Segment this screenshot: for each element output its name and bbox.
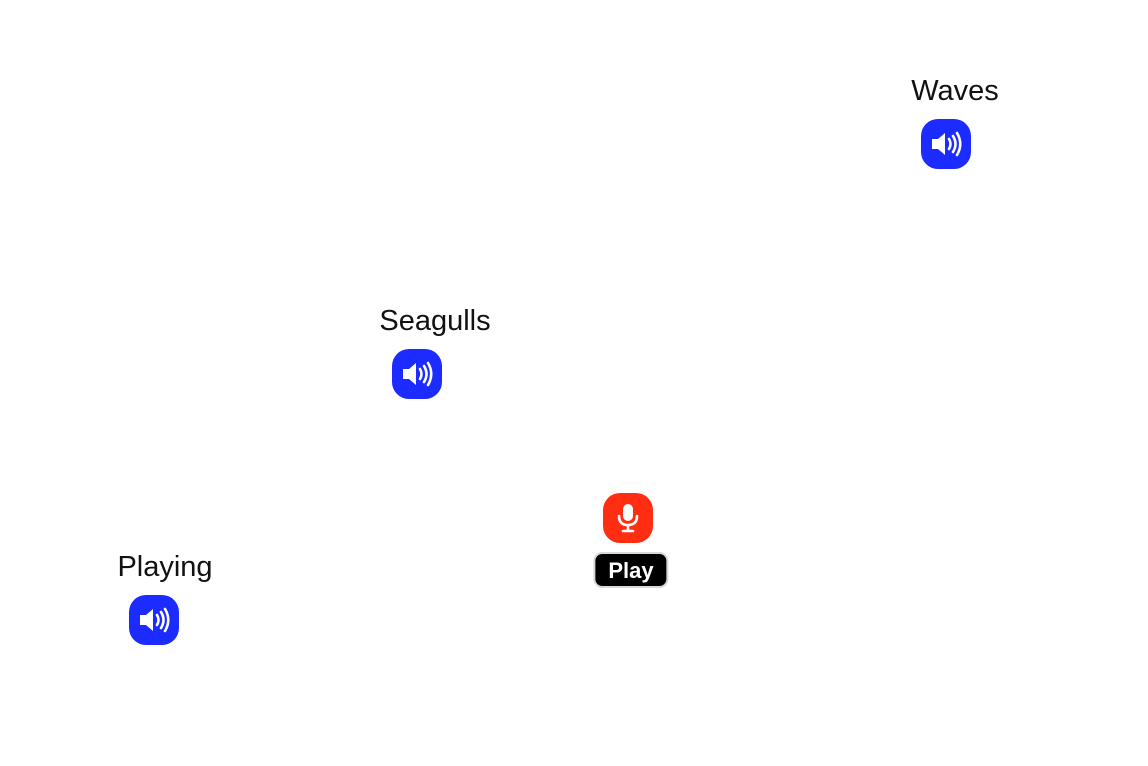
speaker-icon	[140, 607, 170, 633]
listener-microphone-button[interactable]	[603, 493, 653, 543]
sound-label-playing: Playing	[117, 551, 213, 583]
sound-label-seagulls: Seagulls	[379, 305, 491, 337]
play-button[interactable]: Play	[593, 552, 669, 588]
microphone-icon	[617, 504, 639, 533]
sound-source-playing[interactable]	[129, 595, 179, 645]
sound-label-waves: Waves	[911, 75, 999, 107]
audio-scene-canvas: Waves Seagulls Playing Play	[0, 0, 1148, 766]
speaker-icon	[932, 131, 962, 157]
sound-source-waves[interactable]	[921, 119, 971, 169]
sound-source-seagulls[interactable]	[392, 349, 442, 399]
speaker-icon	[403, 361, 433, 387]
